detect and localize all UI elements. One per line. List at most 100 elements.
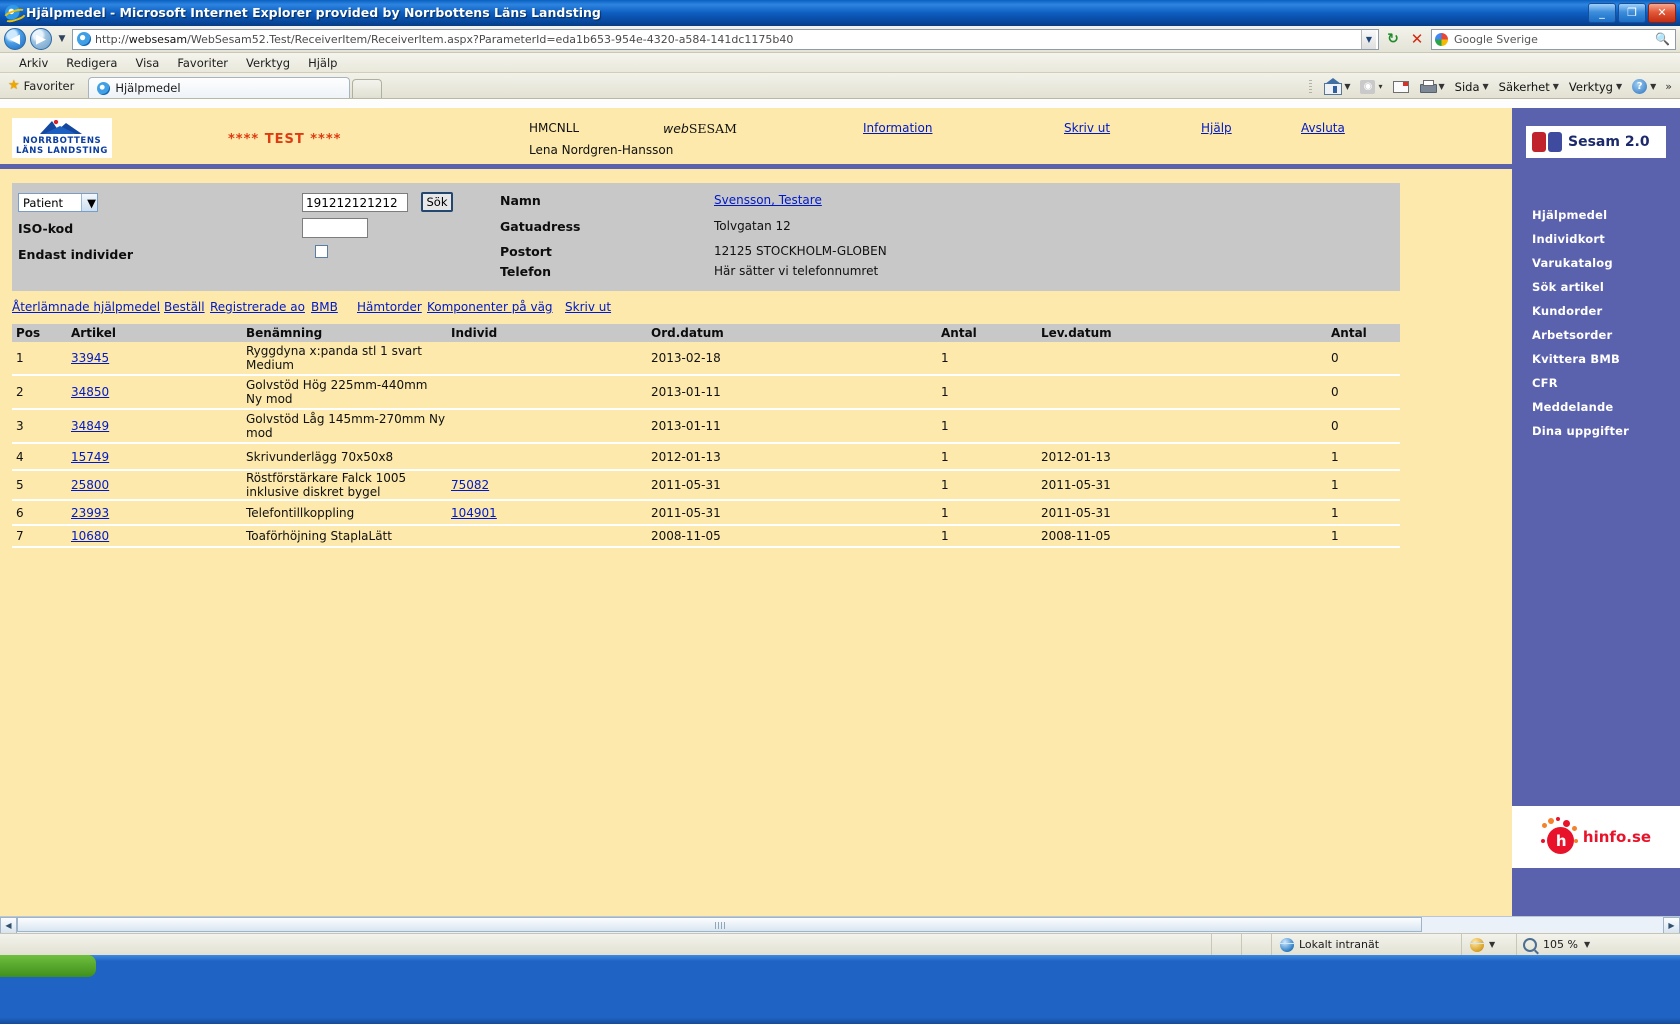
endast-individer-checkbox[interactable] — [315, 245, 328, 258]
table-row[interactable]: 4 15749 Skrivunderlägg 70x50x8 2012-01-1… — [12, 444, 1400, 471]
search-input[interactable] — [1452, 31, 1653, 47]
patient-name-link[interactable]: Svensson, Testare — [714, 193, 822, 207]
sidebar-item-hjalpmedel[interactable]: Hjälpmedel — [1532, 203, 1680, 227]
security-menu-button[interactable]: Säkerhet ▼ — [1495, 80, 1563, 94]
address-bar[interactable]: http://websesam/WebSesam52.Test/Receiver… — [72, 28, 1379, 50]
horizontal-scrollbar[interactable]: ◀ ▶ — [0, 916, 1680, 934]
search-icon[interactable]: 🔍 — [1652, 32, 1673, 46]
nav-link-skriv-ut[interactable]: Skriv ut — [565, 300, 611, 314]
forward-button[interactable]: ▶ — [30, 28, 52, 50]
header-link-information[interactable]: Information — [863, 121, 932, 135]
search-type-select[interactable]: Patient ▼ — [18, 193, 98, 212]
favorites-button[interactable]: ★ Favoriter — [6, 78, 82, 98]
chevron-down-icon[interactable]: ▼ — [1650, 82, 1656, 91]
tab-hjalpmedel[interactable]: Hjälpmedel — [88, 77, 351, 98]
cell-individ-link[interactable]: 75082 — [451, 478, 489, 492]
sidebar-item-meddelande[interactable]: Meddelande — [1532, 395, 1680, 419]
table-row[interactable]: 2 34850 Golvstöd Hög 225mm-440mm Ny mod … — [12, 376, 1400, 410]
help-menu-button[interactable]: ? ▼ — [1628, 79, 1660, 94]
chevron-down-icon[interactable]: ▼ — [81, 194, 97, 211]
nav-link-hamtorder[interactable]: Hämtorder — [357, 300, 422, 314]
menu-item-arkiv[interactable]: Arkiv — [10, 56, 57, 70]
hinfo-logo[interactable]: h hinfo.se — [1512, 806, 1680, 868]
chevron-down-icon[interactable]: ▾ — [1378, 82, 1382, 91]
cell-artikel-link[interactable]: 34849 — [71, 419, 109, 433]
table-row[interactable]: 7 10680 Toaförhöjning StaplaLätt 2008-11… — [12, 526, 1400, 548]
page-menu-button[interactable]: Sida ▼ — [1451, 80, 1493, 94]
header-link-avsluta[interactable]: Avsluta — [1301, 121, 1345, 135]
table-row[interactable]: 3 34849 Golvstöd Låg 145mm-270mm Ny mod … — [12, 410, 1400, 444]
personnummer-input[interactable] — [302, 193, 408, 212]
protected-mode-indicator[interactable]: ▼ — [1462, 933, 1517, 956]
sidebar-item-varukatalog[interactable]: Varukatalog — [1532, 251, 1680, 275]
column-header-benamning: Benämning — [246, 326, 323, 340]
menu-item-hjalp[interactable]: Hjälp — [299, 56, 346, 70]
chevron-down-icon[interactable]: ▼ — [56, 34, 68, 44]
nav-link-aterlamnade-hjalpmedel[interactable]: Återlämnade hjälpmedel — [12, 300, 160, 314]
chevron-down-icon[interactable]: ▼ — [1483, 82, 1489, 91]
cell-artikel-link[interactable]: 33945 — [71, 351, 109, 365]
print-button[interactable]: ▼ — [1415, 79, 1449, 94]
cell-individ-link[interactable]: 104901 — [451, 506, 497, 520]
cell-pos: 2 — [16, 385, 24, 399]
home-button[interactable]: ▼ — [1320, 78, 1354, 95]
scroll-right-button[interactable]: ▶ — [1663, 916, 1680, 934]
nav-link-bestall[interactable]: Beställ — [164, 300, 205, 314]
maximize-button[interactable]: ❐ — [1618, 2, 1646, 23]
nav-link-bmb[interactable]: BMB — [311, 300, 338, 314]
close-button[interactable]: ✕ — [1648, 2, 1676, 23]
search-button[interactable]: Sök — [421, 192, 453, 212]
tools-menu-button[interactable]: Verktyg ▼ — [1565, 80, 1626, 94]
refresh-icon[interactable]: ↻ — [1383, 29, 1403, 50]
menu-item-verktyg[interactable]: Verktyg — [237, 56, 299, 70]
new-tab-button[interactable] — [352, 79, 383, 98]
sidebar-item-cfr[interactable]: CFR — [1532, 371, 1680, 395]
menu-item-redigera[interactable]: Redigera — [57, 56, 126, 70]
cell-artikel-link[interactable]: 23993 — [71, 506, 109, 520]
nav-link-registrerade-ao[interactable]: Registrerade ao — [210, 300, 305, 314]
feeds-button[interactable]: ◉ ▾ — [1356, 79, 1386, 94]
header-link-skriv-ut[interactable]: Skriv ut — [1064, 121, 1110, 135]
minimize-button[interactable]: _ — [1588, 2, 1616, 23]
scroll-left-button[interactable]: ◀ — [0, 916, 17, 934]
header-link-hjalp[interactable]: Hjälp — [1201, 121, 1232, 135]
cell-artikel-link[interactable]: 15749 — [71, 450, 109, 464]
zoom-control[interactable]: 105 % ▼ — [1517, 937, 1596, 952]
cell-artikel-link[interactable]: 10680 — [71, 529, 109, 543]
table-row[interactable]: 5 25800 Röstförstärkare Falck 1005 inklu… — [12, 471, 1400, 501]
sidebar-item-dina-uppgifter[interactable]: Dina uppgifter — [1532, 419, 1680, 443]
sidebar-item-individkort[interactable]: Individkort — [1532, 227, 1680, 251]
sidebar-item-kundorder[interactable]: Kundorder — [1532, 299, 1680, 323]
chevron-down-icon[interactable]: ▼ — [1344, 82, 1350, 91]
menu-item-visa[interactable]: Visa — [126, 56, 168, 70]
scrollbar-track[interactable] — [17, 916, 1663, 934]
sidebar-item-arbetsorder[interactable]: Arbetsorder — [1532, 323, 1680, 347]
stop-icon[interactable]: ✕ — [1407, 29, 1427, 50]
nav-link-komponenter-pa-vag[interactable]: Komponenter på väg — [427, 300, 553, 314]
menu-item-favoriter[interactable]: Favoriter — [168, 56, 237, 70]
toolbar-grip-handle[interactable] — [1309, 79, 1313, 94]
read-mail-button[interactable] — [1389, 80, 1413, 93]
chevron-down-icon[interactable]: ▼ — [1584, 940, 1590, 949]
cell-artikel-link[interactable]: 25800 — [71, 478, 109, 492]
url-prefix: http:// — [95, 32, 129, 46]
security-zone[interactable]: Lokalt intranät — [1272, 933, 1462, 956]
back-button[interactable]: ◀ — [4, 28, 26, 50]
sidebar-item-kvittera-bmb[interactable]: Kvittera BMB — [1532, 347, 1680, 371]
table-row[interactable]: 6 23993 Telefontillkoppling 104901 2011-… — [12, 501, 1400, 526]
cell-antal-2: 1 — [1331, 449, 1339, 464]
chevron-down-icon[interactable]: ▼ — [1439, 82, 1445, 91]
search-box[interactable]: 🔍 — [1431, 28, 1676, 50]
cell-artikel-link[interactable]: 34850 — [71, 385, 109, 399]
chevron-down-icon[interactable]: ▼ — [1489, 940, 1495, 949]
address-dropdown-icon[interactable]: ▼ — [1361, 29, 1376, 49]
start-button[interactable] — [0, 955, 96, 977]
chevron-down-icon[interactable]: ▼ — [1616, 82, 1622, 91]
chevron-down-icon[interactable]: ▼ — [1553, 82, 1559, 91]
star-icon: ★ — [8, 78, 20, 93]
table-row[interactable]: 1 33945 Ryggdyna x:panda stl 1 svart Med… — [12, 342, 1400, 376]
iso-kod-input[interactable] — [302, 218, 368, 238]
toolbar-overflow-button[interactable]: » — [1662, 80, 1675, 93]
sidebar-item-sok-artikel[interactable]: Sök artikel — [1532, 275, 1680, 299]
scrollbar-thumb[interactable] — [17, 916, 1422, 932]
